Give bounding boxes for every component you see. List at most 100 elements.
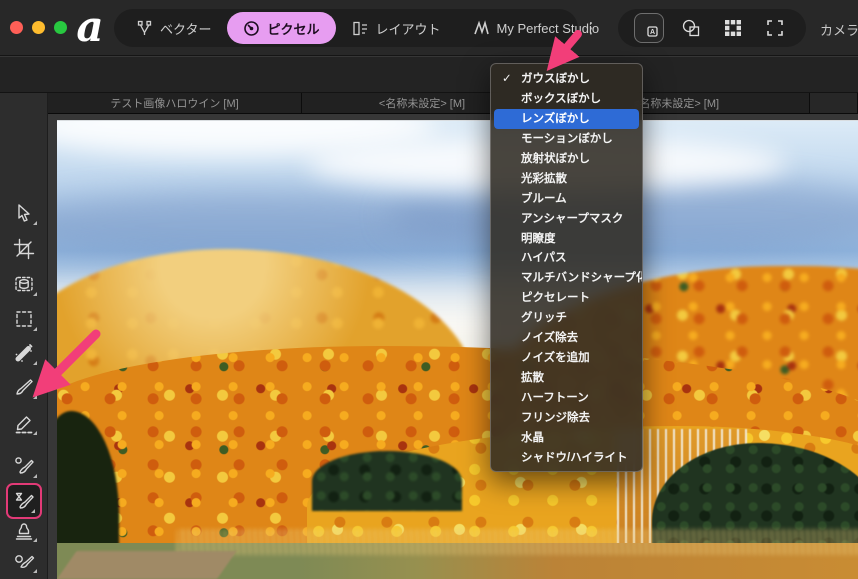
flyout-indicator bbox=[33, 474, 37, 478]
context-toolbar: 1024 px ⌄ 100 % ⌄ 100 % ⌄ bbox=[0, 57, 858, 93]
persona-switcher: ベクター ピクセル レイアウト My Perfect Studio bbox=[114, 9, 578, 47]
persona-tab-label: レイアウト bbox=[376, 19, 441, 38]
document-tab-label: <名称未設定> [M] bbox=[633, 95, 719, 111]
clone-stamp-icon bbox=[13, 519, 35, 541]
menu-item-crystallize[interactable]: 水晶 bbox=[491, 428, 642, 448]
menu-item-label: ハイパス bbox=[521, 252, 567, 264]
move-tool[interactable] bbox=[6, 197, 42, 229]
selection-brush-tool[interactable] bbox=[6, 268, 42, 300]
menu-item-high-pass[interactable]: ハイパス bbox=[491, 248, 642, 268]
menu-item-defringe[interactable]: フリンジ除去 bbox=[491, 408, 642, 428]
menu-item-label: ノイズ除去 bbox=[521, 332, 578, 344]
pixel-persona-icon bbox=[243, 20, 260, 37]
menu-item-label: レンズぼかし bbox=[521, 113, 590, 125]
marquee-icon bbox=[13, 308, 35, 330]
menu-item-pixelate[interactable]: ピクセレート bbox=[491, 288, 642, 308]
studio-scribble-icon bbox=[473, 20, 490, 37]
grass bbox=[177, 529, 858, 555]
layout-persona-icon bbox=[352, 20, 369, 37]
traffic-lights bbox=[10, 21, 67, 34]
filter-dropdown-menu: ✓ ガウスぼかし ボックスぼかし レンズぼかし モーションぼかし 放射状ぼかし … bbox=[490, 63, 643, 472]
menu-item-box-blur[interactable]: ボックスぼかし bbox=[491, 89, 642, 109]
overflow-menu-icon[interactable]: ⋮ bbox=[583, 13, 599, 43]
menu-item-label: ブルーム bbox=[521, 193, 567, 205]
flyout-indicator bbox=[31, 509, 35, 513]
clone-stamp-tool[interactable] bbox=[6, 514, 42, 546]
minimize-button[interactable] bbox=[32, 21, 45, 34]
menu-item-label: 放射状ぼかし bbox=[521, 153, 590, 165]
menu-item-label: アンシャープマスク bbox=[521, 213, 623, 225]
marquee-tool[interactable] bbox=[6, 303, 42, 335]
persona-tab-pixel[interactable]: ピクセル bbox=[227, 12, 335, 44]
menu-item-diffuse[interactable]: 拡散 bbox=[491, 368, 642, 388]
document-tab-label: <名称未設定> [M] bbox=[379, 95, 465, 111]
color-replacement-brush-tool[interactable] bbox=[6, 450, 42, 482]
menu-item-clarity[interactable]: 明瞭度 bbox=[491, 229, 642, 249]
flyout-indicator bbox=[33, 395, 37, 399]
menu-item-label: マルチバンドシャープ化 bbox=[521, 272, 642, 284]
menu-item-motion-blur[interactable]: モーションぼかし bbox=[491, 129, 642, 149]
menu-item-denoise[interactable]: ノイズ除去 bbox=[491, 328, 642, 348]
menu-item-label: 光彩拡散 bbox=[521, 173, 567, 185]
top-toolbar: a ベクター ピクセル レイアウト bbox=[0, 0, 858, 56]
conifer-cluster bbox=[312, 451, 462, 511]
menu-item-diffuse-glow[interactable]: 光彩拡散 bbox=[491, 169, 642, 189]
mixer-brush-icon bbox=[13, 342, 35, 364]
persona-tab-label: ベクター bbox=[160, 19, 211, 38]
expand-icon bbox=[765, 18, 785, 38]
menu-item-shadows-highlights[interactable]: シャドウ/ハイライト bbox=[491, 448, 642, 468]
geometry-button[interactable] bbox=[676, 13, 706, 43]
menu-item-label: 明瞭度 bbox=[521, 233, 556, 245]
pencil-icon bbox=[13, 412, 35, 434]
paint-brush-icon bbox=[13, 376, 35, 398]
document-tab-empty-area bbox=[810, 93, 858, 113]
studio-preset-button[interactable]: A bbox=[634, 13, 664, 43]
menu-item-label: ピクセレート bbox=[521, 292, 590, 304]
contrast-a-icon: A bbox=[639, 18, 659, 38]
menu-item-lens-blur[interactable]: レンズぼかし bbox=[494, 109, 639, 129]
flyout-indicator bbox=[33, 327, 37, 331]
dirt-path bbox=[57, 551, 237, 579]
checkmark-icon: ✓ bbox=[502, 69, 512, 89]
thumbnails-button[interactable] bbox=[718, 13, 748, 43]
document-tab-label: テスト画像ハロウイン [M] bbox=[110, 95, 238, 111]
document-image-autumn-mountains[interactable] bbox=[57, 120, 858, 579]
menu-item-label: 拡散 bbox=[521, 372, 544, 384]
menu-item-radial-blur[interactable]: 放射状ぼかし bbox=[491, 149, 642, 169]
menu-item-label: ボックスぼかし bbox=[521, 93, 601, 105]
grid-icon bbox=[723, 18, 743, 38]
menu-item-unsharp-mask[interactable]: アンシャープマスク bbox=[491, 209, 642, 229]
tools-panel bbox=[0, 93, 48, 579]
dodge-brush-tool[interactable] bbox=[6, 545, 42, 577]
menu-item-glitch[interactable]: グリッチ bbox=[491, 308, 642, 328]
menu-item-halftone[interactable]: ハーフトーン bbox=[491, 388, 642, 408]
menu-item-add-noise[interactable]: ノイズを追加 bbox=[491, 348, 642, 368]
color-replacement-brush-icon bbox=[13, 455, 35, 477]
persona-tab-vector[interactable]: ベクター bbox=[120, 12, 227, 44]
affinity-photo-window: a ベクター ピクセル レイアウト bbox=[0, 0, 858, 579]
menu-item-bloom[interactable]: ブルーム bbox=[491, 189, 642, 209]
crop-tool[interactable] bbox=[6, 233, 42, 265]
paint-brush-tool[interactable] bbox=[6, 371, 42, 403]
persona-tab-layout[interactable]: レイアウト bbox=[336, 12, 457, 44]
mixer-brush-tool[interactable] bbox=[6, 337, 42, 369]
document-tab[interactable]: テスト画像ハロウイン [M] bbox=[48, 93, 302, 113]
view-options-group: A bbox=[618, 9, 806, 47]
menu-item-label: ノイズを追加 bbox=[521, 352, 590, 364]
vector-persona-icon bbox=[136, 20, 153, 37]
menu-item-multiband-sharpen[interactable]: マルチバンドシャープ化 bbox=[491, 268, 642, 288]
crop-icon bbox=[13, 238, 35, 260]
flyout-indicator bbox=[33, 431, 37, 435]
close-button[interactable] bbox=[10, 21, 23, 34]
zoom-button[interactable] bbox=[54, 21, 67, 34]
flyout-indicator bbox=[33, 292, 37, 296]
flyout-indicator bbox=[33, 221, 37, 225]
dodge-brush-icon bbox=[13, 550, 35, 572]
menu-item-label: モーションぼかし bbox=[521, 133, 613, 145]
move-cursor-icon bbox=[13, 202, 35, 224]
pixel-pencil-tool[interactable] bbox=[6, 407, 42, 439]
camera-data-label[interactable]: カメラデ bbox=[820, 20, 858, 39]
fullscreen-button[interactable] bbox=[760, 13, 790, 43]
menu-item-gaussian-blur[interactable]: ✓ ガウスぼかし bbox=[491, 69, 642, 89]
menu-item-label: グリッチ bbox=[521, 312, 567, 324]
